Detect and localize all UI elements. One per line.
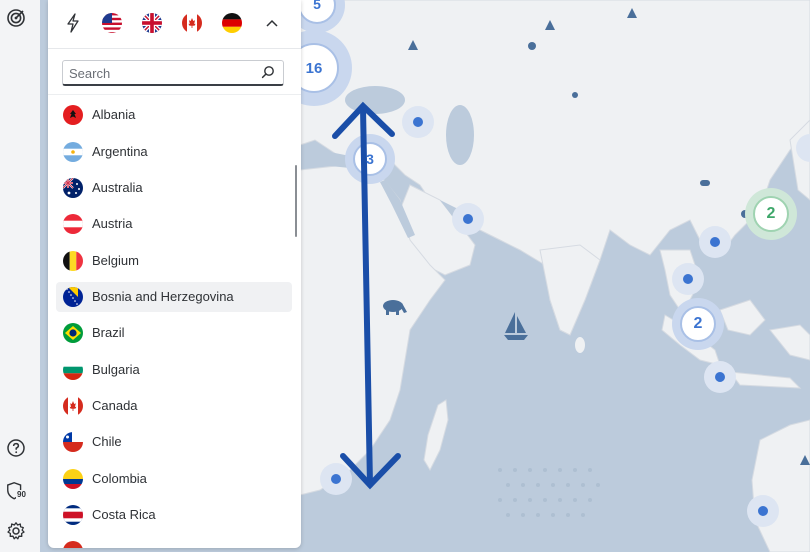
country-item-bosnia-and-herzegovina[interactable]: Bosnia and Herzegovina bbox=[56, 282, 292, 312]
country-item-austria[interactable]: Austria bbox=[56, 209, 292, 239]
search-input[interactable] bbox=[69, 64, 255, 82]
divider bbox=[48, 94, 301, 95]
country-item-colombia[interactable]: Colombia bbox=[56, 464, 292, 494]
search-box[interactable] bbox=[62, 60, 284, 86]
country-name: Austria bbox=[92, 216, 133, 231]
country-item-bulgaria[interactable]: Bulgaria bbox=[56, 355, 292, 385]
bulgaria-flag-icon bbox=[63, 360, 83, 380]
country-name: Chile bbox=[92, 434, 122, 449]
country-name: Australia bbox=[92, 180, 143, 195]
shield-badge: 90 bbox=[16, 490, 27, 499]
country-item-chile[interactable]: Chile bbox=[56, 427, 292, 457]
country-panel: Albania Argentina Australia Austria Belg… bbox=[48, 0, 301, 548]
lightning-icon[interactable] bbox=[62, 12, 84, 34]
country-name: Colombia bbox=[92, 471, 147, 486]
partial-flag-icon bbox=[63, 541, 83, 548]
country-name: Costa Rica bbox=[92, 507, 156, 522]
gear-icon[interactable] bbox=[5, 520, 27, 542]
germany-flag-icon[interactable] bbox=[221, 12, 243, 34]
search-icon[interactable] bbox=[261, 65, 277, 81]
shield-icon[interactable]: 90 bbox=[5, 480, 27, 502]
costa-rica-flag-icon bbox=[63, 505, 83, 525]
country-name: Canada bbox=[92, 398, 138, 413]
country-name: Belgium bbox=[92, 253, 139, 268]
country-list[interactable]: Albania Argentina Australia Austria Belg… bbox=[48, 97, 301, 548]
uk-flag-icon[interactable] bbox=[141, 12, 163, 34]
canada-flag-icon[interactable] bbox=[181, 12, 203, 34]
country-item-partial[interactable] bbox=[56, 536, 292, 548]
austria-flag-icon bbox=[63, 214, 83, 234]
help-icon[interactable] bbox=[5, 437, 27, 459]
map-cluster[interactable]: 3 bbox=[360, 148, 380, 170]
brazil-flag-icon bbox=[63, 323, 83, 343]
country-item-australia[interactable]: Australia bbox=[56, 173, 292, 203]
app-sidebar: 90 bbox=[0, 0, 40, 552]
australia-flag-icon bbox=[63, 178, 83, 198]
country-name: Argentina bbox=[92, 144, 148, 159]
country-item-argentina[interactable]: Argentina bbox=[56, 137, 292, 167]
colombia-flag-icon bbox=[63, 469, 83, 489]
chile-flag-icon bbox=[63, 432, 83, 452]
country-item-costa-rica[interactable]: Costa Rica bbox=[56, 500, 292, 530]
belgium-flag-icon bbox=[63, 251, 83, 271]
map-cluster[interactable]: 2 bbox=[688, 313, 708, 335]
argentina-flag-icon bbox=[63, 142, 83, 162]
target-icon[interactable] bbox=[5, 7, 27, 29]
country-name: Bulgaria bbox=[92, 362, 140, 377]
albania-flag-icon bbox=[63, 105, 83, 125]
map-cluster[interactable]: 16 bbox=[298, 57, 330, 79]
country-item-albania[interactable]: Albania bbox=[56, 100, 292, 130]
country-item-brazil[interactable]: Brazil bbox=[56, 318, 292, 348]
divider bbox=[48, 48, 301, 49]
country-item-belgium[interactable]: Belgium bbox=[56, 246, 292, 276]
list-scrollbar[interactable] bbox=[295, 165, 297, 237]
country-name: Brazil bbox=[92, 325, 125, 340]
canada-flag-icon bbox=[63, 396, 83, 416]
us-flag-icon[interactable] bbox=[101, 12, 123, 34]
map-cluster-green[interactable]: 2 bbox=[761, 203, 781, 225]
country-name: Bosnia and Herzegovina bbox=[92, 289, 234, 304]
bosnia-flag-icon bbox=[63, 287, 83, 307]
country-name: Albania bbox=[92, 107, 136, 122]
chevron-up-icon[interactable] bbox=[261, 12, 283, 34]
quick-flag-bar bbox=[48, 0, 301, 46]
map-cluster[interactable]: 5 bbox=[307, 0, 327, 15]
country-item-canada[interactable]: Canada bbox=[56, 391, 292, 421]
